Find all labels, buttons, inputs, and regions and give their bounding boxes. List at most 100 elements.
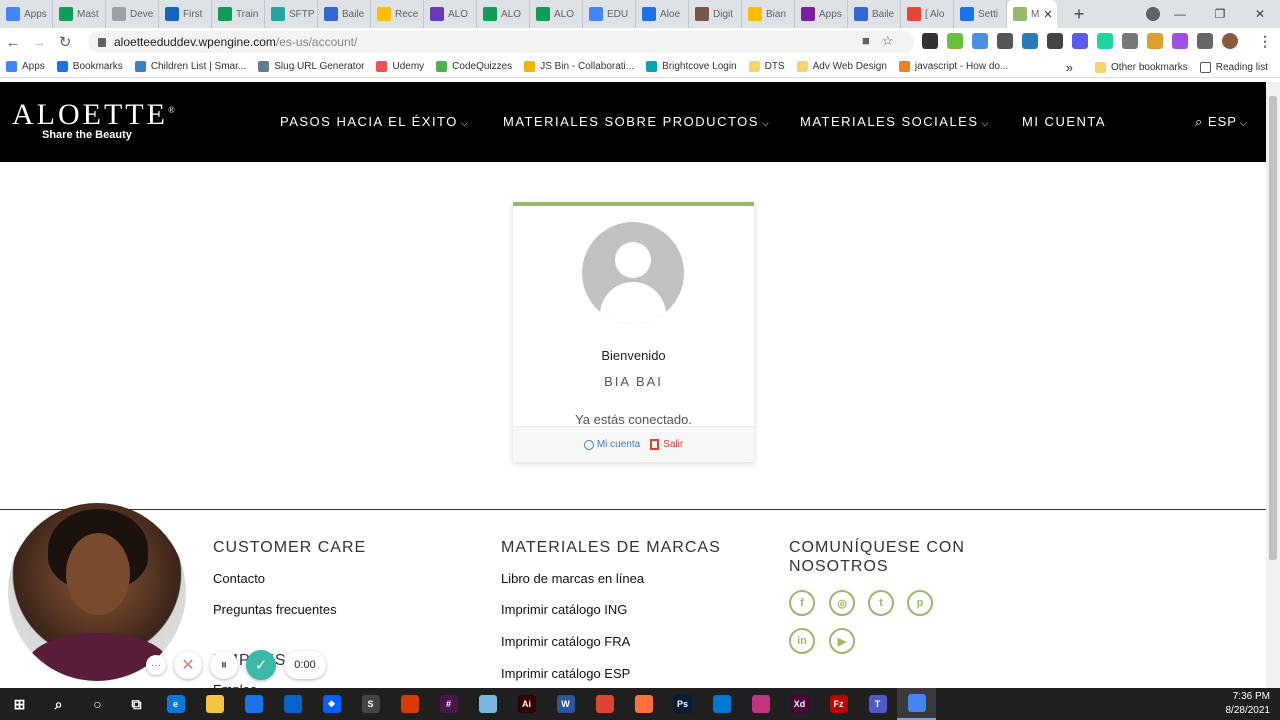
browser-tab[interactable]: ALO — [424, 0, 477, 28]
taskbar-windows-start-icon[interactable]: ⊞ — [0, 688, 39, 720]
browser-tab[interactable]: ALO — [477, 0, 530, 28]
footer-link-catalogo-fra[interactable]: Imprimir catálogo FRA — [501, 634, 630, 649]
browser-tab[interactable]: First — [159, 0, 212, 28]
taskbar-word-icon[interactable]: W — [546, 688, 585, 720]
bookmark-item[interactable]: Brightcove Login — [640, 61, 743, 72]
site-logo[interactable]: ALOETTE® — [12, 98, 178, 132]
browser-tab[interactable]: Bian — [742, 0, 795, 28]
taskbar-filezilla-icon[interactable]: Fz — [819, 688, 858, 720]
footer-link-contacto[interactable]: Contacto — [213, 571, 265, 586]
browser-tab[interactable]: Apps — [795, 0, 848, 28]
more-options-button[interactable]: ··· — [146, 655, 166, 675]
extension-icon[interactable] — [947, 33, 963, 49]
restore-icon[interactable]: ❐ — [1200, 7, 1240, 21]
extension-icon[interactable] — [1047, 33, 1063, 49]
browser-menu-icon[interactable]: ⋮ — [1258, 33, 1272, 50]
browser-tab[interactable]: Digit — [689, 0, 742, 28]
youtube-icon[interactable]: ▶ — [829, 628, 855, 654]
address-bar[interactable]: aloetteeduddev.wpengine.com/es-us/accoun… — [88, 31, 914, 53]
taskbar-app-blue-icon[interactable] — [468, 688, 507, 720]
browser-tab[interactable]: Apps — [0, 0, 53, 28]
pause-recording-button[interactable]: ⏸ — [210, 651, 238, 679]
bookmark-item[interactable]: Slug URL Generator — [252, 61, 370, 72]
twitter-icon[interactable]: t — [868, 590, 894, 616]
browser-tab[interactable]: Aloe — [636, 0, 689, 28]
browser-tab[interactable]: Setti — [954, 0, 1007, 28]
extension-icon[interactable] — [1172, 33, 1188, 49]
language-selector[interactable]: ESP — [1208, 114, 1237, 129]
nav-item-materiales-productos[interactable]: MATERIALES SOBRE PRODUCTOS ⌵ — [503, 114, 770, 129]
nav-item-materiales-sociales[interactable]: MATERIALES SOCIALES ⌵ — [800, 114, 990, 129]
browser-tab[interactable]: Baile — [318, 0, 371, 28]
extension-icon[interactable] — [1122, 33, 1138, 49]
search-icon[interactable]: ⌕ — [1195, 114, 1203, 129]
taskbar-search-icon[interactable]: ⌕ — [39, 688, 78, 720]
nav-item-mi-cuenta[interactable]: MI CUENTA — [1022, 114, 1106, 129]
taskbar-slack-icon[interactable]: # — [429, 688, 468, 720]
close-tab-icon[interactable]: ✕ — [1043, 8, 1052, 21]
bookmark-item[interactable]: Udemy — [370, 61, 430, 72]
facebook-icon[interactable]: f — [789, 590, 815, 616]
bookmark-item[interactable]: Adv Web Design — [791, 61, 893, 72]
close-window-icon[interactable]: ✕ — [1240, 7, 1280, 21]
extension-icon[interactable] — [1022, 33, 1038, 49]
bookmark-item[interactable]: CodeQuizzes — [430, 61, 518, 72]
bookmark-item[interactable]: Bookmarks — [51, 61, 129, 72]
reload-icon[interactable]: ↻ — [52, 33, 78, 51]
taskbar-illustrator-icon[interactable]: Ai — [507, 688, 546, 720]
browser-tab[interactable]: Rece — [371, 0, 424, 28]
other-bookmarks[interactable]: Other bookmarks — [1089, 61, 1194, 73]
taskbar-file-explorer-icon[interactable] — [195, 688, 234, 720]
taskbar-teams-icon[interactable]: T — [858, 688, 897, 720]
browser-tab[interactable]: Train — [212, 0, 265, 28]
bookmark-item[interactable]: Apps — [0, 61, 51, 72]
nav-item-pasos[interactable]: PASOS HACIA EL ÉXITO ⌵ — [280, 114, 469, 129]
logout-link[interactable]: Salir — [650, 439, 683, 450]
linkedin-icon[interactable]: in — [789, 628, 815, 654]
taskbar-chrome-alt-icon[interactable] — [585, 688, 624, 720]
profile-avatar[interactable] — [1222, 33, 1238, 49]
extension-icon[interactable] — [972, 33, 988, 49]
bookmark-item[interactable]: javascript - How do... — [893, 61, 1014, 72]
browser-tab[interactable]: M ✕ — [1007, 0, 1057, 28]
page-scrollbar[interactable] — [1266, 82, 1280, 688]
taskbar-task-view-icon[interactable]: ⧉ — [117, 688, 156, 720]
browser-tab[interactable]: Mast — [53, 0, 106, 28]
reading-list[interactable]: Reading list — [1194, 61, 1274, 73]
taskbar-app-camera-icon[interactable] — [741, 688, 780, 720]
browser-tab[interactable]: SFTP — [265, 0, 318, 28]
taskbar-xd-icon[interactable]: Xd — [780, 688, 819, 720]
bookmark-item[interactable]: DTS — [743, 61, 791, 72]
scrollbar-thumb[interactable] — [1269, 96, 1277, 560]
taskbar-office-icon[interactable] — [390, 688, 429, 720]
taskbar-photos-icon[interactable] — [702, 688, 741, 720]
browser-tab[interactable]: ALO — [530, 0, 583, 28]
forward-icon[interactable]: → — [26, 34, 52, 51]
taskbar-dropbox-icon[interactable]: ❖ — [312, 688, 351, 720]
browser-tab[interactable]: Baile — [848, 0, 901, 28]
bookmarks-more-button[interactable]: » — [1060, 60, 1079, 75]
puzzle-icon[interactable] — [1197, 33, 1213, 49]
bookmark-item[interactable]: JS Bin - Collaborati... — [518, 61, 640, 72]
my-account-link[interactable]: Mi cuenta — [583, 439, 640, 450]
new-tab-button[interactable]: + — [1069, 4, 1089, 25]
extension-icon[interactable] — [1147, 33, 1163, 49]
finish-recording-button[interactable]: ✓ — [246, 650, 276, 680]
taskbar-store-icon[interactable] — [234, 688, 273, 720]
extension-icon[interactable] — [922, 33, 938, 49]
browser-tab[interactable]: Deve — [106, 0, 159, 28]
system-clock[interactable]: 7:36 PM 8/28/2021 — [1226, 690, 1271, 718]
bookmark-item[interactable]: Children List | Smar... — [129, 61, 252, 72]
taskbar-chrome-icon[interactable] — [897, 688, 936, 720]
pinterest-icon[interactable]: p — [907, 590, 933, 616]
tab-search-icon[interactable] — [1146, 7, 1160, 21]
extension-icon[interactable] — [1072, 33, 1088, 49]
taskbar-mail-icon[interactable] — [273, 688, 312, 720]
footer-link-libro[interactable]: Libro de marcas en línea — [501, 571, 644, 586]
taskbar-edge-icon[interactable]: e — [156, 688, 195, 720]
taskbar-cortana-icon[interactable]: ○ — [78, 688, 117, 720]
footer-link-catalogo-ing[interactable]: Imprimir catálogo ING — [501, 602, 627, 617]
footer-link-preguntas[interactable]: Preguntas frecuentes — [213, 602, 337, 617]
footer-link-catalogo-esp[interactable]: Imprimir catálogo ESP — [501, 666, 630, 681]
search-language[interactable]: ⌕ ESP ⌵ — [1195, 114, 1248, 130]
